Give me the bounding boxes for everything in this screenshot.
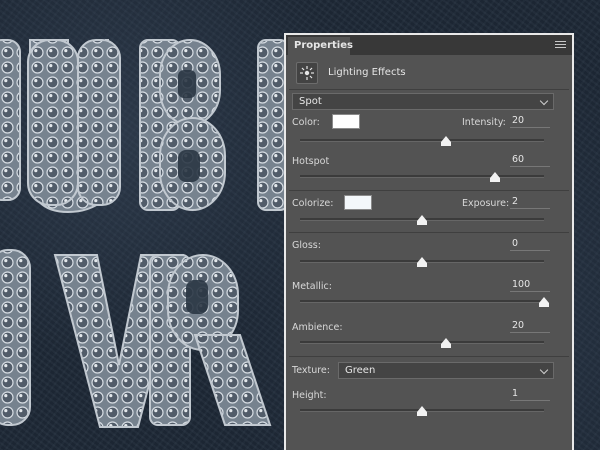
metallic-slider-thumb[interactable] <box>539 297 549 307</box>
intensity-label: Intensity: <box>462 117 506 128</box>
properties-panel: Properties Lighting Effects Spot Color: … <box>284 33 574 450</box>
hotspot-value[interactable]: 60 <box>510 154 550 167</box>
gloss-value[interactable]: 0 <box>510 238 550 251</box>
exposure-value[interactable]: 2 <box>510 196 550 209</box>
light-type-value: Spot <box>299 96 322 107</box>
divider <box>289 190 569 191</box>
panel-tab-bar: Properties <box>286 35 572 55</box>
ambience-slider-track[interactable] <box>300 338 544 348</box>
gloss-label: Gloss: <box>292 240 321 251</box>
height-label: Height: <box>292 390 327 401</box>
divider <box>289 232 569 233</box>
panel-menu-icon[interactable] <box>555 41 566 49</box>
colorize-label: Colorize: <box>292 198 334 209</box>
gloss-slider-thumb[interactable] <box>417 257 427 267</box>
ambience-value[interactable]: 20 <box>510 320 550 333</box>
metallic-slider-track[interactable] <box>300 297 549 307</box>
intensity-slider-track[interactable] <box>300 136 544 146</box>
exposure-label: Exposure: <box>462 198 510 209</box>
chevron-down-icon <box>539 365 549 375</box>
color-label: Color: <box>292 117 320 128</box>
hotspot-label: Hotspot <box>292 156 330 167</box>
texture-value: Green <box>345 365 376 376</box>
tab-properties[interactable]: Properties <box>288 37 353 55</box>
intensity-value[interactable]: 20 <box>510 115 550 128</box>
height-value[interactable]: 1 <box>510 388 550 401</box>
gloss-slider-track[interactable] <box>300 257 544 267</box>
exposure-slider-thumb[interactable] <box>417 215 427 225</box>
section-title: Lighting Effects <box>328 67 406 78</box>
intensity-slider-thumb[interactable] <box>441 136 452 146</box>
exposure-slider-track[interactable] <box>300 215 544 225</box>
light-type-dropdown[interactable]: Spot <box>292 93 554 110</box>
texture-label: Texture: <box>292 365 330 376</box>
hotspot-slider-track[interactable] <box>300 172 544 182</box>
chevron-down-icon <box>539 96 549 106</box>
ambience-slider-thumb[interactable] <box>441 338 452 348</box>
hotspot-slider-thumb[interactable] <box>490 172 501 182</box>
lighting-effects-icon[interactable] <box>296 62 318 84</box>
metallic-label: Metallic: <box>292 281 332 292</box>
divider <box>289 356 569 357</box>
colorize-swatch[interactable] <box>344 195 372 210</box>
height-slider-track[interactable] <box>300 406 544 416</box>
metallic-value[interactable]: 100 <box>510 279 550 292</box>
ambience-label: Ambience: <box>292 322 343 333</box>
color-swatch[interactable] <box>332 114 360 129</box>
texture-dropdown[interactable]: Green <box>338 362 554 379</box>
height-slider-thumb[interactable] <box>417 406 427 416</box>
divider <box>289 89 569 90</box>
